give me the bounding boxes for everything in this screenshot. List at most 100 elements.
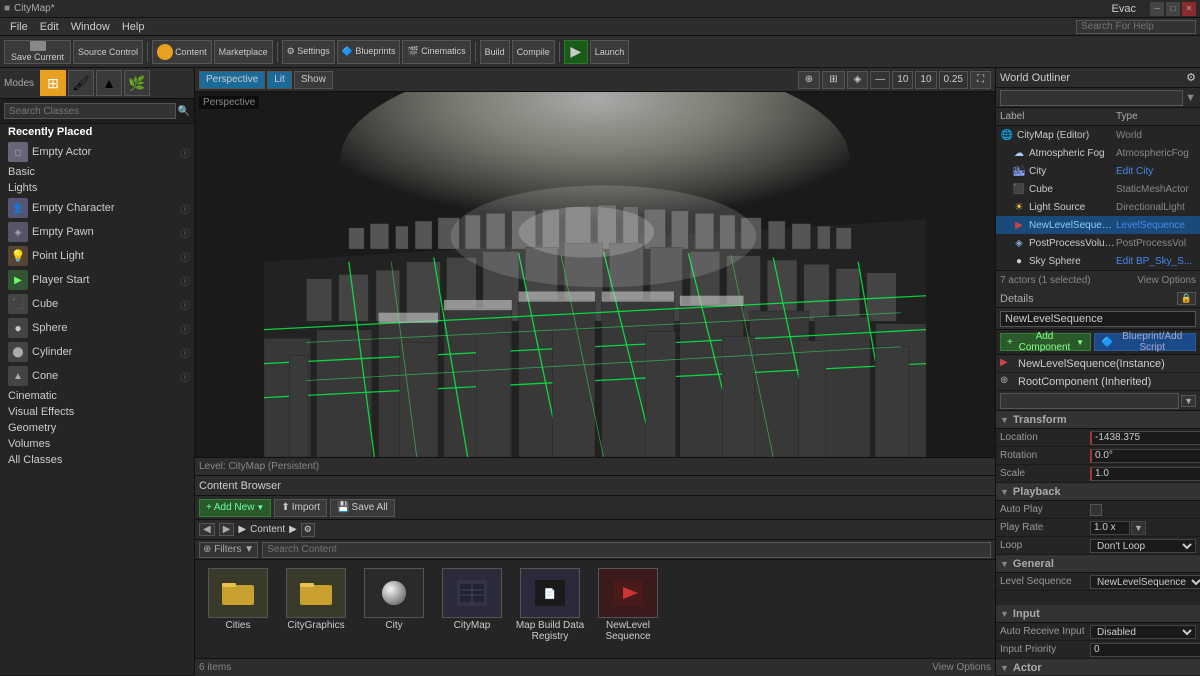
content-button[interactable]: Content <box>152 40 212 64</box>
playback-section-header[interactable]: ▼ Playback <box>996 483 1200 501</box>
level-seq-select[interactable]: NewLevelSequence <box>1090 575 1200 589</box>
viewport-icon-btn-3[interactable]: ◈ <box>847 71 869 89</box>
place-item-empty-pawn[interactable]: ◈ Empty Pawn ⓘ <box>0 220 194 244</box>
location-x-input[interactable] <box>1090 431 1200 445</box>
rotation-x-input[interactable] <box>1090 449 1200 463</box>
auto-receive-select[interactable]: Disabled Player 0 <box>1090 625 1196 639</box>
outliner-view-options[interactable]: View Options <box>1137 275 1196 286</box>
source-control-button[interactable]: Source Control <box>73 40 143 64</box>
marketplace-button[interactable]: Marketplace <box>214 40 273 64</box>
place-item-sphere[interactable]: ● Sphere ⓘ <box>0 316 194 340</box>
path-back-button[interactable]: ◀ <box>199 523 215 536</box>
details-component-root[interactable]: ⊕ RootComponent (Inherited) <box>996 373 1200 391</box>
menu-window[interactable]: Window <box>65 18 116 35</box>
path-forward-button[interactable]: ▶ <box>219 523 235 536</box>
viewport-3d[interactable]: Perspective <box>195 92 995 457</box>
play-rate-dropdown[interactable]: ▼ <box>1131 521 1146 535</box>
outliner-item-cube[interactable]: ⬛ Cube StaticMeshActor <box>996 180 1200 198</box>
import-button[interactable]: ⬆Import <box>274 499 327 517</box>
place-item-cube[interactable]: ⬛ Cube ⓘ <box>0 292 194 316</box>
category-cinematic[interactable]: Cinematic <box>0 388 194 404</box>
content-item-citygraphics[interactable]: CityGraphics <box>281 568 351 650</box>
details-filter-button[interactable]: ▼ <box>1181 395 1196 407</box>
search-help-input[interactable] <box>1076 20 1196 34</box>
lit-button[interactable]: Lit <box>267 71 292 89</box>
cinematics-button[interactable]: 🎬 Cinematics <box>402 40 470 64</box>
menu-bar: File Edit Window Help <box>0 18 1200 36</box>
category-volumes[interactable]: Volumes <box>0 436 194 452</box>
outliner-search-input[interactable] <box>1000 90 1183 106</box>
general-section-header[interactable]: ▼ General <box>996 555 1200 573</box>
viewport-icon-btn-1[interactable]: ⊕ <box>798 71 820 89</box>
outliner-settings-icon[interactable]: ⚙ <box>1186 71 1196 84</box>
details-lock-button[interactable]: 🔒 <box>1177 292 1196 305</box>
outliner-item-light-source[interactable]: ☀ Light Source DirectionalLight <box>996 198 1200 216</box>
path-settings-icon[interactable]: ⚙ <box>301 523 315 537</box>
scale-x-input[interactable] <box>1090 467 1200 481</box>
content-item-citymap[interactable]: CityMap <box>437 568 507 650</box>
foliage-mode-button[interactable]: 🌿 <box>124 70 150 96</box>
outliner-item-sky-sphere[interactable]: ● Sky Sphere Edit BP_Sky_S... <box>996 252 1200 270</box>
input-priority-input[interactable] <box>1090 643 1200 657</box>
save-current-button[interactable]: Save Current <box>4 40 71 64</box>
show-button[interactable]: Show <box>294 71 333 89</box>
content-item-city[interactable]: City <box>359 568 429 650</box>
input-section-header[interactable]: ▼ Input <box>996 605 1200 623</box>
play-button[interactable]: ▶ <box>564 40 588 64</box>
search-classes-input[interactable] <box>4 103 176 119</box>
menu-help[interactable]: Help <box>116 18 151 35</box>
place-item-player-start[interactable]: ▶ Player Start ⓘ <box>0 268 194 292</box>
maximize-button[interactable]: □ <box>1166 2 1180 16</box>
outliner-item-atmospheric-fog[interactable]: ☁ Atmospheric Fog AtmosphericFog <box>996 144 1200 162</box>
launch-button[interactable]: Launch <box>590 40 630 64</box>
menu-edit[interactable]: Edit <box>34 18 65 35</box>
content-item-cities[interactable]: Cities <box>203 568 273 650</box>
details-name-input[interactable] <box>1000 311 1196 327</box>
category-geometry[interactable]: Geometry <box>0 420 194 436</box>
outliner-item-city[interactable]: 🏙 City Edit City <box>996 162 1200 180</box>
play-rate-input[interactable] <box>1090 521 1130 535</box>
category-recently-placed[interactable]: Recently Placed <box>0 124 194 140</box>
maximize-viewport[interactable]: ⛶ <box>970 71 991 89</box>
compile-button[interactable]: Compile <box>512 40 555 64</box>
blueprint-add-script-button[interactable]: 🔷 Blueprint/Add Script <box>1094 333 1196 351</box>
loop-select[interactable]: Don't Loop Loop <box>1090 539 1196 553</box>
viewport-icon-btn-2[interactable]: ⊞ <box>822 71 844 89</box>
place-mode-button[interactable]: ⊞ <box>40 70 66 96</box>
place-item-point-light[interactable]: 💡 Point Light ⓘ <box>0 244 194 268</box>
filters-button[interactable]: ⊕ Filters ▼ <box>199 542 258 558</box>
outliner-item-newlevelsequence[interactable]: ▶ NewLevelSequence LevelSequence <box>996 216 1200 234</box>
content-search-input[interactable] <box>262 542 991 558</box>
add-new-button[interactable]: +Add New ▼ <box>199 499 271 517</box>
perspective-button[interactable]: Perspective <box>199 71 265 89</box>
settings-button[interactable]: ⚙ Settings <box>282 40 335 64</box>
outliner-item-postprocess[interactable]: ◈ PostProcessVolume PostProcessVol <box>996 234 1200 252</box>
content-item-newlevelsequence[interactable]: NewLevel Sequence <box>593 568 663 650</box>
cb-view-options[interactable]: View Options <box>932 662 991 673</box>
blueprints-button[interactable]: 🔷 Blueprints <box>337 40 401 64</box>
category-visual-effects[interactable]: Visual Effects <box>0 404 194 420</box>
category-all-classes[interactable]: All Classes <box>0 452 194 468</box>
place-item-empty-character[interactable]: 👤 Empty Character ⓘ <box>0 196 194 220</box>
content-item-citymap-built[interactable]: 📄 Map Build Data Registry <box>515 568 585 650</box>
save-all-button[interactable]: 💾Save All <box>330 499 395 517</box>
outliner-filter-icon[interactable]: ▼ <box>1185 92 1196 104</box>
details-component-sequence[interactable]: ▶ NewLevelSequence(Instance) <box>996 355 1200 373</box>
auto-play-checkbox[interactable] <box>1090 504 1102 516</box>
landscape-mode-button[interactable]: ▲ <box>96 70 122 96</box>
build-button[interactable]: Build <box>480 40 510 64</box>
add-component-button[interactable]: + Add Component ▼ <box>1000 333 1091 351</box>
menu-file[interactable]: File <box>4 18 34 35</box>
details-search-input[interactable] <box>1000 393 1179 409</box>
category-lights[interactable]: Lights <box>0 180 194 196</box>
place-item-cone[interactable]: ▲ Cone ⓘ <box>0 364 194 388</box>
outliner-item-citymap-editor[interactable]: 🌐 CityMap (Editor) World <box>996 126 1200 144</box>
minimize-button[interactable]: ─ <box>1150 2 1164 16</box>
close-button[interactable]: ✕ <box>1182 2 1196 16</box>
place-item-empty-actor[interactable]: ◻ Empty Actor ⓘ <box>0 140 194 164</box>
category-basic[interactable]: Basic <box>0 164 194 180</box>
actor-section-header[interactable]: ▼ Actor <box>996 659 1200 675</box>
place-item-cylinder[interactable]: ⬤ Cylinder ⓘ <box>0 340 194 364</box>
transform-section-header[interactable]: ▼ Transform <box>996 411 1200 429</box>
paint-mode-button[interactable]: 🖌 <box>68 70 94 96</box>
